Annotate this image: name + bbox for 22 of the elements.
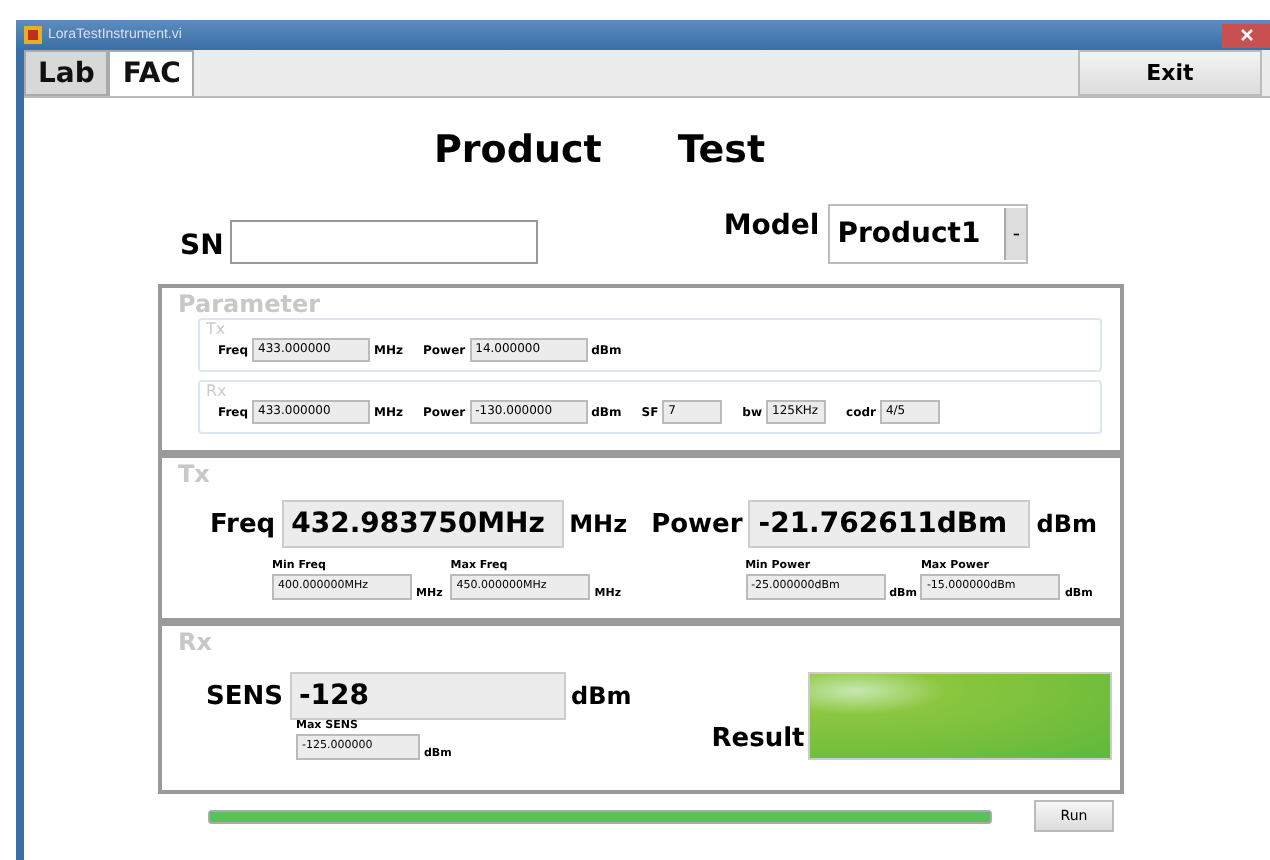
model-label: Model bbox=[723, 208, 820, 244]
close-icon bbox=[1239, 28, 1253, 42]
result-label: Result bbox=[711, 724, 805, 754]
exit-button[interactable]: Exit bbox=[1078, 50, 1262, 96]
tab[interactable]: FAC bbox=[108, 50, 195, 96]
page-heading: Product bbox=[434, 128, 602, 172]
page-heading: Test bbox=[677, 128, 766, 172]
unit-label: dBm bbox=[571, 682, 632, 710]
reading-label: Freq bbox=[210, 509, 276, 539]
sens-field: -128 bbox=[289, 672, 565, 720]
app-icon bbox=[24, 26, 42, 44]
reading-field: -21.762611dBm bbox=[748, 500, 1031, 548]
model-dropdown[interactable]: Product1 - bbox=[827, 204, 1029, 264]
reading-label: Power bbox=[651, 509, 743, 539]
tab[interactable]: Lab bbox=[24, 50, 109, 96]
unit-label: MHz bbox=[569, 510, 628, 538]
unit-label: dBm bbox=[1036, 510, 1098, 538]
sn-label: SN bbox=[180, 228, 224, 264]
sn-field[interactable] bbox=[229, 220, 538, 264]
reading-field: 432.983750MHz bbox=[281, 500, 564, 548]
sens-label: SENS bbox=[206, 681, 283, 711]
close-button[interactable] bbox=[1222, 23, 1270, 47]
